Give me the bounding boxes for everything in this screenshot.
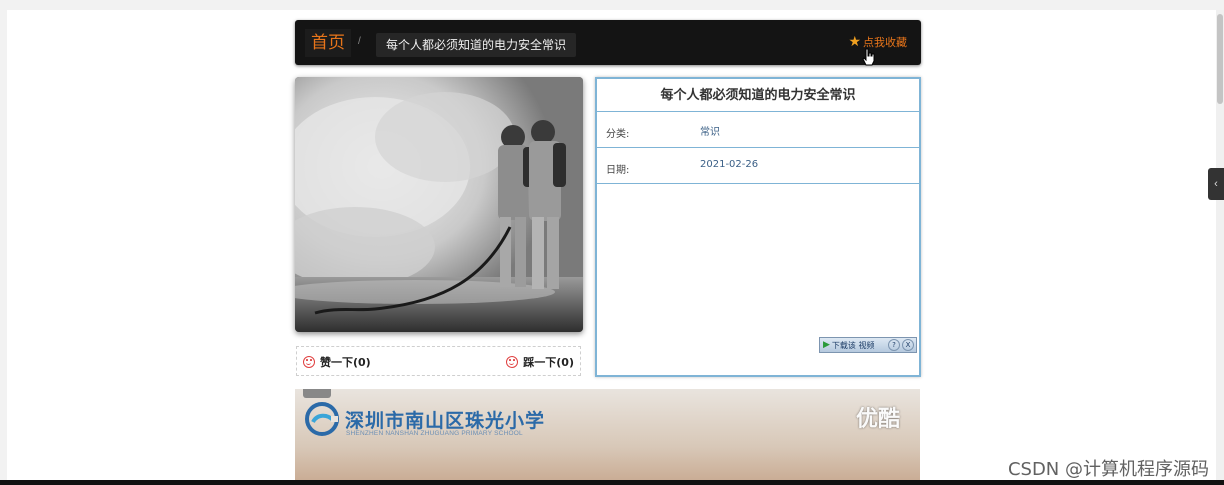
article-info-panel: 每个人都必须知道的电力安全常识 分类: 常识 日期: 2021-02-26 ▶ … bbox=[595, 77, 921, 377]
scrollbar-thumb[interactable] bbox=[1217, 14, 1223, 104]
breadcrumb-current: 每个人都必须知道的电力安全常识 bbox=[376, 33, 577, 57]
article-title: 每个人都必须知道的电力安全常识 bbox=[597, 79, 919, 112]
date-row: 日期: 2021-02-26 bbox=[597, 148, 919, 184]
close-icon[interactable]: X bbox=[902, 339, 914, 351]
vertical-scrollbar[interactable] bbox=[1216, 10, 1224, 480]
breadcrumb-home-link[interactable]: 首页 bbox=[305, 29, 351, 57]
csdn-watermark: CSDN @计算机程序源码 bbox=[1007, 459, 1209, 480]
download-video-label[interactable]: 下载该 视频 bbox=[832, 340, 888, 351]
category-label: 分类: bbox=[606, 129, 630, 140]
vote-bar: 赞一下(0) 踩一下(0) bbox=[296, 346, 581, 376]
play-icon: ▶ bbox=[823, 340, 830, 350]
side-panel-toggle[interactable]: ‹ bbox=[1208, 168, 1224, 200]
like-label: 赞一下(0) bbox=[320, 356, 371, 369]
video-download-plugin[interactable]: ▶ 下载该 视频 ? X bbox=[819, 337, 917, 353]
video-player[interactable]: 深圳市南山区珠光小学 SHENZHEN NANSHAN ZHUGUANG PRI… bbox=[295, 389, 920, 485]
school-logo-icon bbox=[305, 402, 339, 436]
date-label: 日期: bbox=[606, 165, 630, 176]
help-icon[interactable]: ? bbox=[888, 339, 900, 351]
breadcrumb-separator: / bbox=[358, 36, 361, 47]
category-value[interactable]: 常识 bbox=[700, 123, 720, 138]
dislike-button[interactable]: 踩一下(0) bbox=[506, 354, 574, 370]
video-brand-logo: 优酷 bbox=[855, 407, 900, 432]
like-button[interactable]: 赞一下(0) bbox=[303, 354, 371, 370]
category-row: 分类: 常识 bbox=[597, 112, 919, 148]
smile-icon bbox=[303, 356, 315, 368]
dislike-label: 踩一下(0) bbox=[523, 356, 574, 369]
school-name: 深圳市南山区珠光小学 bbox=[345, 410, 546, 432]
star-icon: ★ bbox=[848, 34, 861, 50]
smile-icon bbox=[506, 356, 519, 368]
breadcrumb-bar: 首页 / 每个人都必须知道的电力安全常识 ★ 点我收藏 bbox=[295, 20, 921, 65]
firefighters-photo bbox=[295, 77, 583, 332]
chevron-left-icon: ‹ bbox=[1214, 178, 1218, 190]
date-value: 2021-02-26 bbox=[700, 159, 759, 170]
hand-cursor-icon bbox=[862, 48, 875, 66]
school-name-english: SHENZHEN NANSHAN ZHUGUANG PRIMARY SCHOOL bbox=[346, 430, 523, 437]
video-overlay-tab bbox=[303, 389, 331, 398]
article-cover-image bbox=[295, 77, 583, 332]
favorite-button[interactable]: ★ 点我收藏 bbox=[848, 34, 907, 50]
